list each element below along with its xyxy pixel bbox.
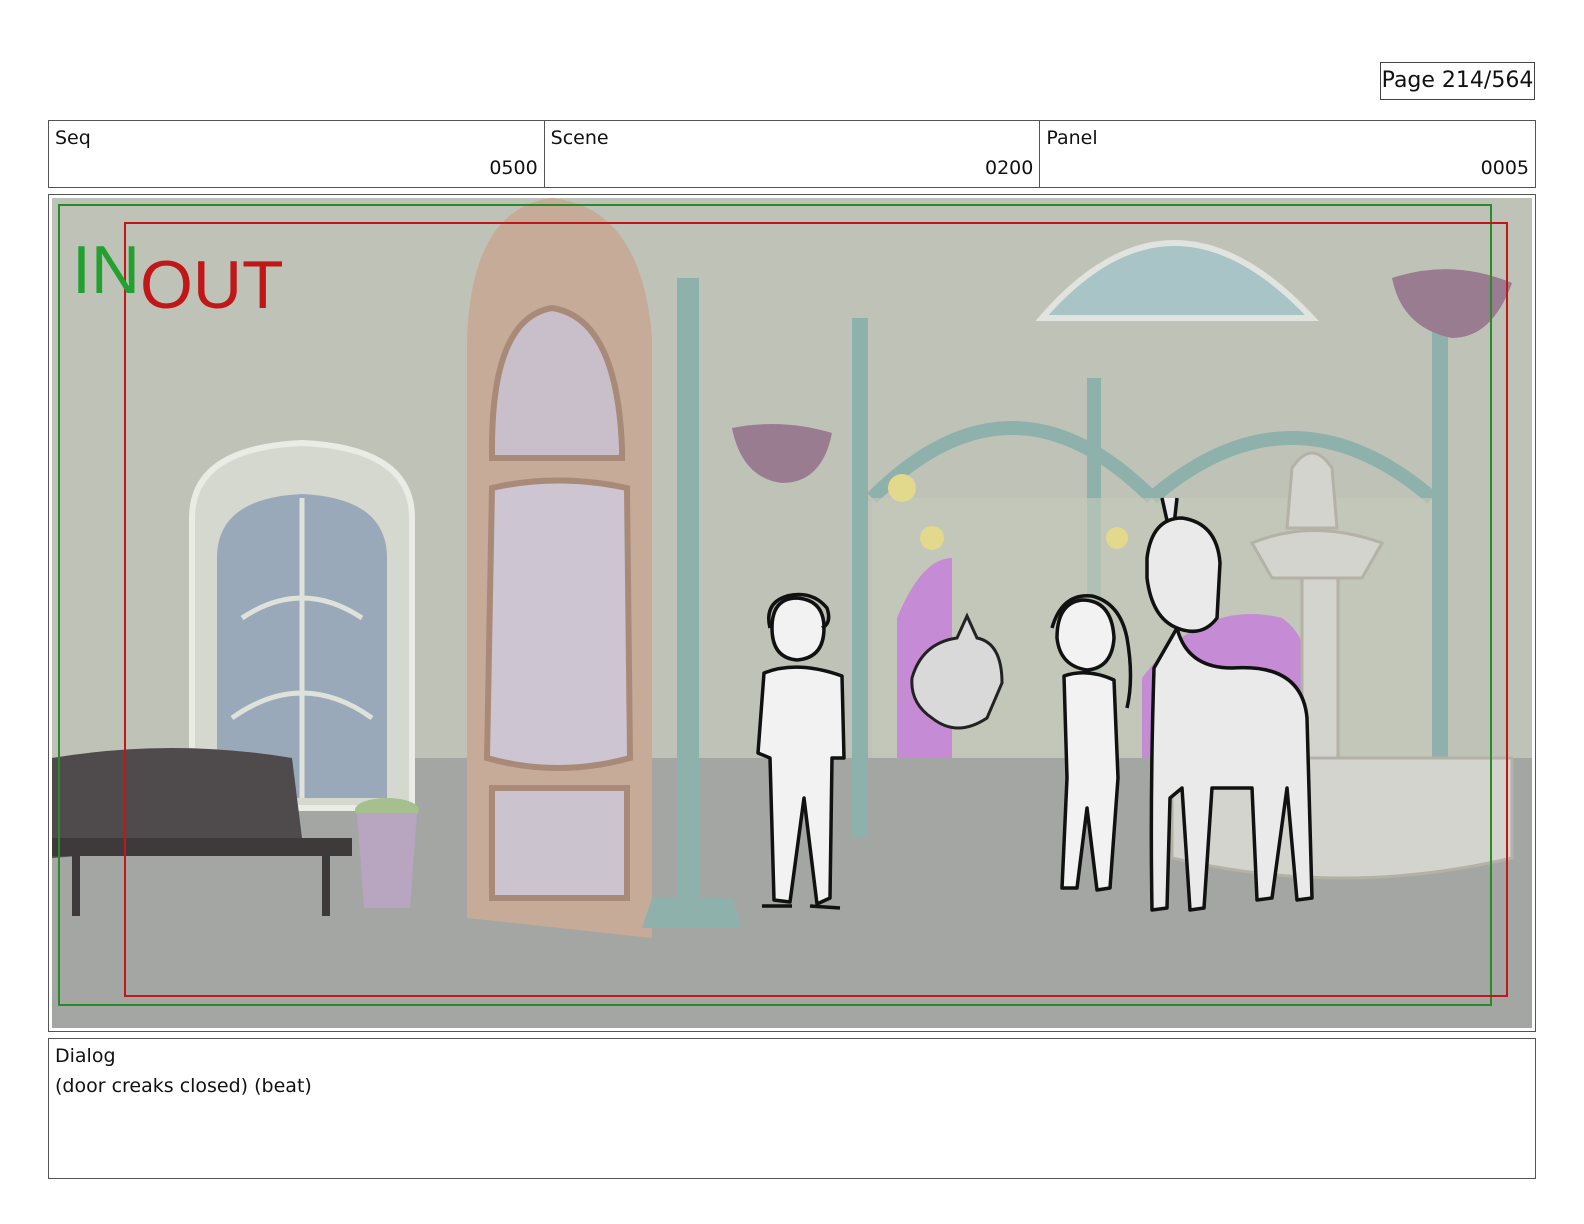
seq-label: Seq	[55, 127, 91, 149]
panel-label: Panel	[1046, 127, 1098, 149]
storyboard-frame: IN OUT	[48, 194, 1536, 1032]
page-counter: Page 214/564	[1380, 62, 1535, 100]
dialog-label: Dialog	[55, 1045, 116, 1067]
scene-cell: Scene 0200	[545, 121, 1041, 187]
panel-cell: Panel 0005	[1040, 121, 1535, 187]
seq-value: 0500	[489, 157, 538, 179]
vase	[355, 798, 419, 908]
dialog-box: Dialog (door creaks closed) (beat)	[48, 1038, 1536, 1179]
shot-info-header: Seq 0500 Scene 0200 Panel 0005	[48, 120, 1536, 188]
arched-door	[467, 198, 652, 938]
storyboard-drawing: IN OUT	[52, 198, 1532, 1028]
seq-cell: Seq 0500	[49, 121, 545, 187]
in-marker: IN	[72, 232, 140, 308]
dialog-text: (door creaks closed) (beat)	[55, 1075, 312, 1097]
scene-label: Scene	[550, 127, 609, 149]
out-marker: OUT	[140, 247, 284, 323]
panel-value: 0005	[1480, 157, 1530, 179]
scene-value: 0200	[984, 157, 1034, 179]
